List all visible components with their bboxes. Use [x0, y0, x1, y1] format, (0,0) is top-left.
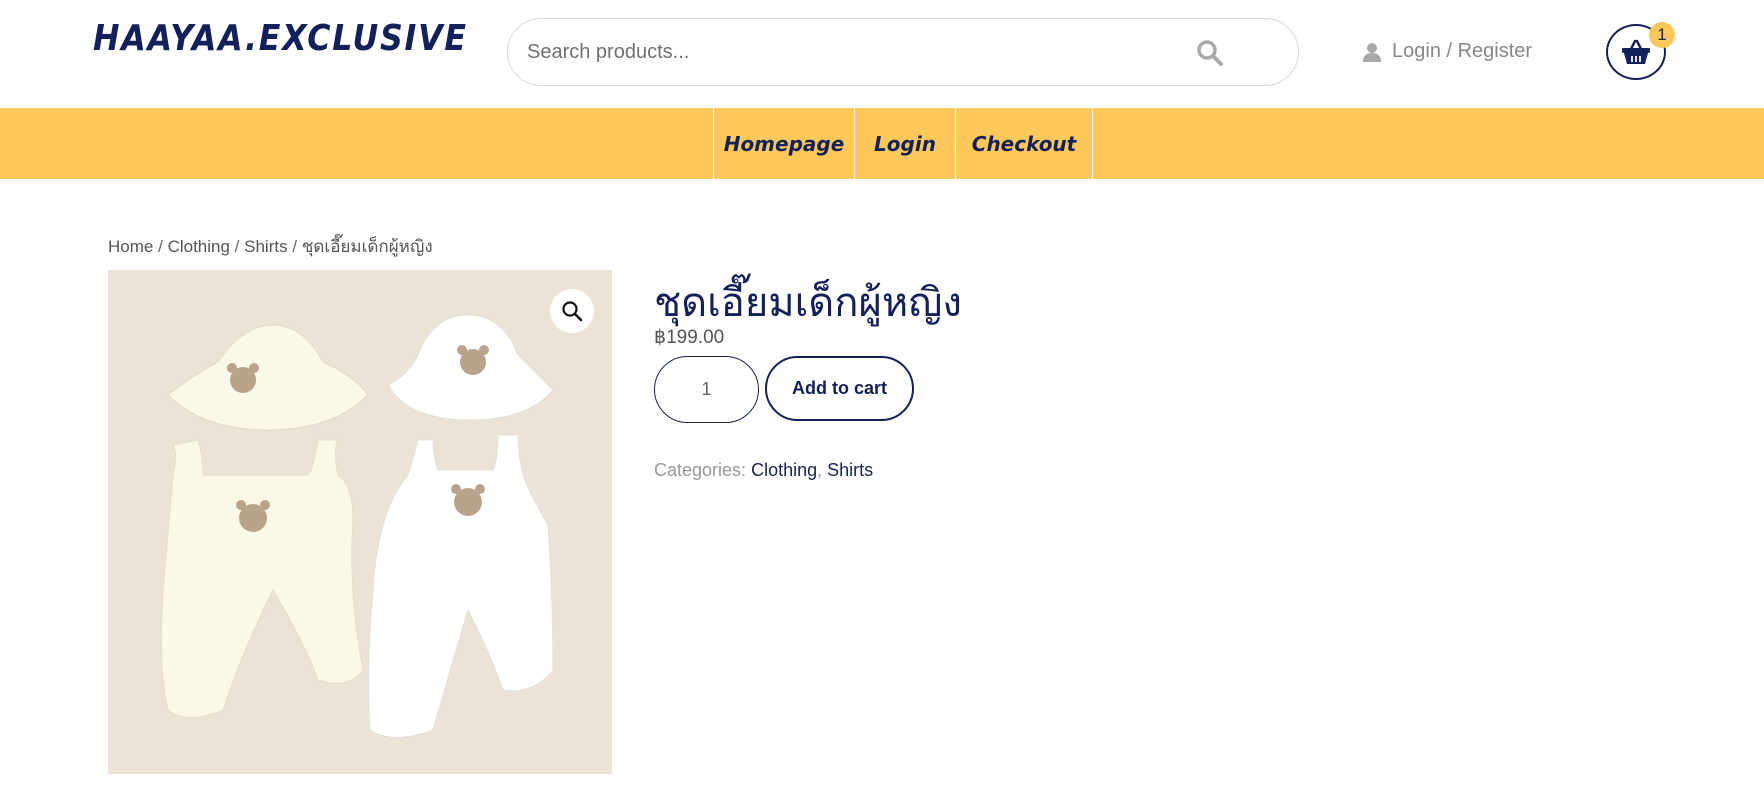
search-input[interactable]: Search products... — [507, 18, 1299, 86]
breadcrumb-home[interactable]: Home — [108, 237, 153, 256]
login-register-link[interactable]: Login / Register — [1362, 40, 1532, 63]
add-to-cart-button[interactable]: Add to cart — [765, 356, 914, 421]
breadcrumb-current: ชุดเอี๊ยมเด็กผู้หญิง — [301, 237, 433, 256]
product-price: ฿199.00 — [654, 327, 725, 348]
site-logo[interactable]: HAAYAA.EXCLUSIVE — [93, 18, 468, 59]
category-link-clothing[interactable]: Clothing — [751, 460, 817, 480]
breadcrumb-separator: / — [292, 237, 298, 256]
magnifier-icon — [562, 301, 583, 322]
nav-item-login[interactable]: Login — [855, 108, 956, 179]
search-icon[interactable] — [1196, 39, 1224, 67]
nav-item-homepage[interactable]: Homepage — [714, 108, 855, 179]
cart-count-badge: 1 — [1649, 22, 1675, 48]
breadcrumb: Home / Clothing / Shirts / ชุดเอี๊ยมเด็ก… — [108, 233, 433, 260]
breadcrumb-shirts[interactable]: Shirts — [244, 237, 287, 256]
breadcrumb-separator: / — [234, 237, 240, 256]
user-icon — [1363, 42, 1381, 62]
nav-item-checkout[interactable]: Checkout — [956, 108, 1093, 179]
main-navigation: Homepage Login Checkout — [0, 108, 1764, 179]
basket-icon — [1622, 39, 1650, 64]
login-register-label[interactable]: Login / Register — [1392, 40, 1532, 63]
categories-label: Categories: — [654, 460, 747, 480]
product-image[interactable] — [108, 270, 612, 774]
breadcrumb-clothing[interactable]: Clothing — [168, 237, 230, 256]
zoom-button[interactable] — [550, 289, 594, 333]
product-photo — [108, 270, 612, 774]
breadcrumb-separator: / — [158, 237, 163, 256]
search-placeholder[interactable]: Search products... — [527, 41, 689, 64]
category-link-shirts[interactable]: Shirts — [827, 460, 873, 480]
quantity-input[interactable]: 1 — [654, 356, 759, 423]
product-categories: Categories: Clothing, Shirts — [654, 460, 874, 480]
product-title: ชุดเอี๊ยมเด็กผู้หญิง — [654, 281, 962, 325]
